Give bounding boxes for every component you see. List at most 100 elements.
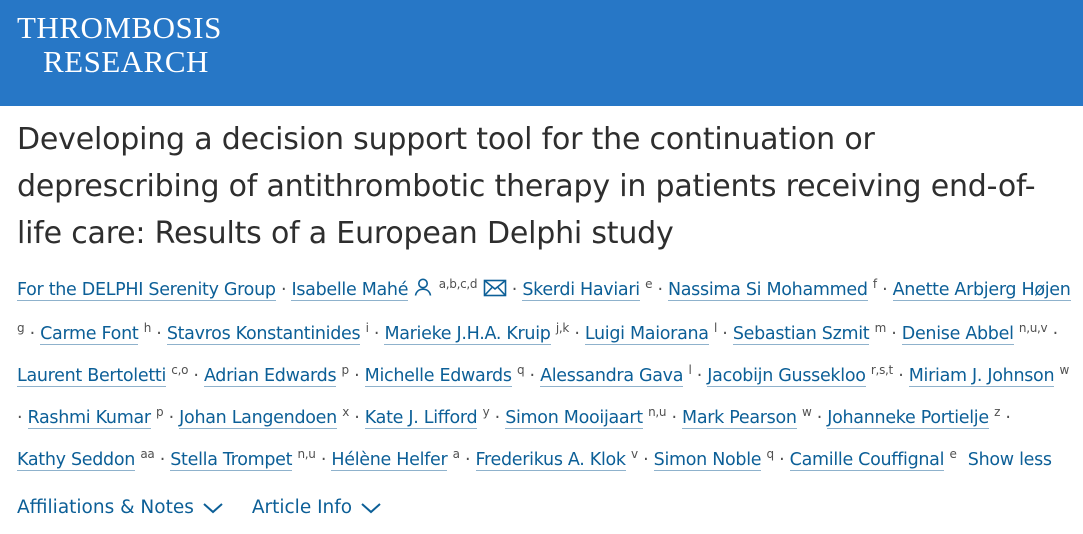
affiliation-sup: p — [341, 363, 350, 377]
author-separator: · — [511, 280, 518, 300]
author-link[interactable]: Simon Noble — [653, 450, 762, 471]
author-link[interactable]: Camille Couffignal — [789, 450, 944, 471]
affiliation-sup: a,b,c,d — [438, 277, 478, 291]
author-separator: · — [779, 450, 785, 470]
author-separator: · — [354, 366, 360, 386]
author-separator: · — [671, 408, 677, 428]
author-separator: · — [529, 366, 536, 386]
author-separator: · — [156, 324, 162, 344]
affiliation-sup: h — [143, 321, 152, 335]
affiliation-sup: j,k — [555, 321, 570, 335]
author-link[interactable]: Simon Mooijaart — [505, 408, 643, 429]
author-separator: · — [193, 366, 199, 386]
affiliation-sup: c,o — [171, 363, 189, 377]
author-separator: · — [1052, 324, 1059, 344]
author-link[interactable]: Nassima Si Mohammed — [667, 280, 868, 301]
author-list: For the DELPHI Serenity Group · Isabelle… — [17, 266, 1077, 478]
author-separator: · — [816, 408, 823, 428]
author-link[interactable]: Hélène Helfer — [331, 450, 448, 471]
author-link[interactable]: Denise Abbel — [901, 324, 1014, 345]
article-toggles: Affiliations & Notes Article Info — [17, 497, 382, 518]
author-link[interactable]: Mark Pearson — [682, 408, 797, 429]
affiliation-sup: y — [482, 405, 490, 419]
affiliation-sup: aa — [140, 447, 155, 461]
affiliation-sup: f — [872, 277, 877, 291]
author-link[interactable]: Johan Langendoen — [179, 408, 337, 429]
article-info-toggle[interactable]: Article Info — [252, 497, 382, 518]
author-link[interactable]: Isabelle Mahé — [291, 280, 408, 301]
chevron-down-icon — [361, 502, 381, 513]
author-link[interactable]: Laurent Bertoletti — [17, 366, 166, 387]
affiliation-sup: q — [516, 363, 525, 377]
author-separator: · — [354, 408, 360, 428]
author-link[interactable]: Kathy Seddon — [17, 450, 135, 471]
affiliation-sup: m — [874, 321, 887, 335]
email-icon[interactable] — [483, 274, 507, 310]
author-link[interactable]: Adrian Edwards — [203, 366, 337, 387]
author-separator: · — [891, 324, 897, 344]
author-link[interactable]: Rashmi Kumar — [27, 408, 151, 429]
affiliation-sup: v — [631, 447, 638, 461]
journal-logo[interactable]: THROMBOSIS RESEARCH — [17, 11, 222, 79]
author-link[interactable]: Luigi Maiorana — [584, 324, 709, 345]
affiliation-sup: a — [452, 447, 460, 461]
affiliation-sup: q — [766, 447, 775, 461]
affiliation-sup: w — [1059, 363, 1070, 377]
journal-logo-line2: RESEARCH — [43, 44, 209, 79]
chevron-down-icon — [203, 502, 223, 513]
affiliation-sup: n,u — [297, 447, 316, 461]
author-separator: · — [17, 408, 23, 428]
author-separator: · — [373, 324, 380, 344]
author-link[interactable]: Marieke J.H.A. Kruip — [384, 324, 551, 345]
affiliations-toggle[interactable]: Affiliations & Notes — [17, 497, 224, 518]
journal-logo-line1: THROMBOSIS — [17, 10, 222, 45]
affiliation-sup: n,u,v — [1018, 321, 1048, 335]
author-separator: · — [898, 366, 904, 386]
affiliation-sup: l — [713, 321, 718, 335]
author-link[interactable]: Sebastian Szmit — [732, 324, 870, 345]
affiliation-sup: x — [342, 405, 349, 419]
author-link[interactable]: Carme Font — [40, 324, 139, 345]
author-link[interactable]: Alessandra Gava — [540, 366, 683, 387]
affiliation-sup: p — [156, 405, 164, 419]
author-link[interactable]: Miriam J. Johnson — [908, 366, 1055, 387]
author-link[interactable]: Anette Arbjerg Højen — [892, 280, 1071, 301]
article-title: Developing a decision support tool for t… — [17, 122, 1036, 251]
author-separator: · — [882, 280, 888, 300]
show-less-button[interactable]: Show less — [968, 450, 1052, 470]
author-separator: · — [168, 408, 175, 428]
author-separator: · — [574, 324, 580, 344]
author-link[interactable]: Stella Trompet — [170, 450, 293, 471]
author-link[interactable]: Michelle Edwards — [364, 366, 512, 387]
author-link[interactable]: Skerdi Haviari — [522, 280, 640, 301]
author-separator: · — [657, 280, 663, 300]
author-separator: · — [29, 324, 36, 344]
author-separator: · — [696, 366, 703, 386]
author-link[interactable]: For the DELPHI Serenity Group — [17, 280, 276, 301]
author-separator: · — [320, 450, 327, 470]
author-separator: · — [465, 450, 471, 470]
affiliations-label: Affiliations & Notes — [17, 497, 194, 518]
author-link[interactable]: Frederikus A. Klok — [475, 450, 626, 471]
affiliation-sup: i — [365, 321, 369, 335]
author-separator: · — [722, 324, 728, 344]
author-link[interactable]: Stavros Konstantinides — [166, 324, 361, 345]
author-separator: · — [643, 450, 649, 470]
affiliation-sup: g — [17, 321, 25, 335]
author-link[interactable]: Jacobijn Gussekloo — [707, 366, 866, 387]
affiliation-sup: n,u — [648, 405, 667, 419]
author-separator: · — [159, 450, 166, 470]
affiliation-sup: e — [949, 447, 957, 461]
author-link[interactable]: Johanneke Portielje — [827, 408, 989, 429]
article-info-label: Article Info — [251, 497, 353, 518]
affiliation-sup: l — [688, 363, 692, 377]
author-link[interactable]: Kate J. Lifford — [364, 408, 478, 429]
author-separator: · — [1005, 408, 1011, 428]
affiliation-sup: r,s,t — [870, 363, 893, 377]
journal-header: THROMBOSIS RESEARCH — [0, 0, 1083, 106]
affiliation-sup: z — [994, 405, 1001, 419]
person-icon — [413, 274, 433, 310]
author-separator: · — [494, 408, 501, 428]
author-separator: · — [280, 280, 287, 300]
affiliation-sup: e — [645, 277, 653, 291]
